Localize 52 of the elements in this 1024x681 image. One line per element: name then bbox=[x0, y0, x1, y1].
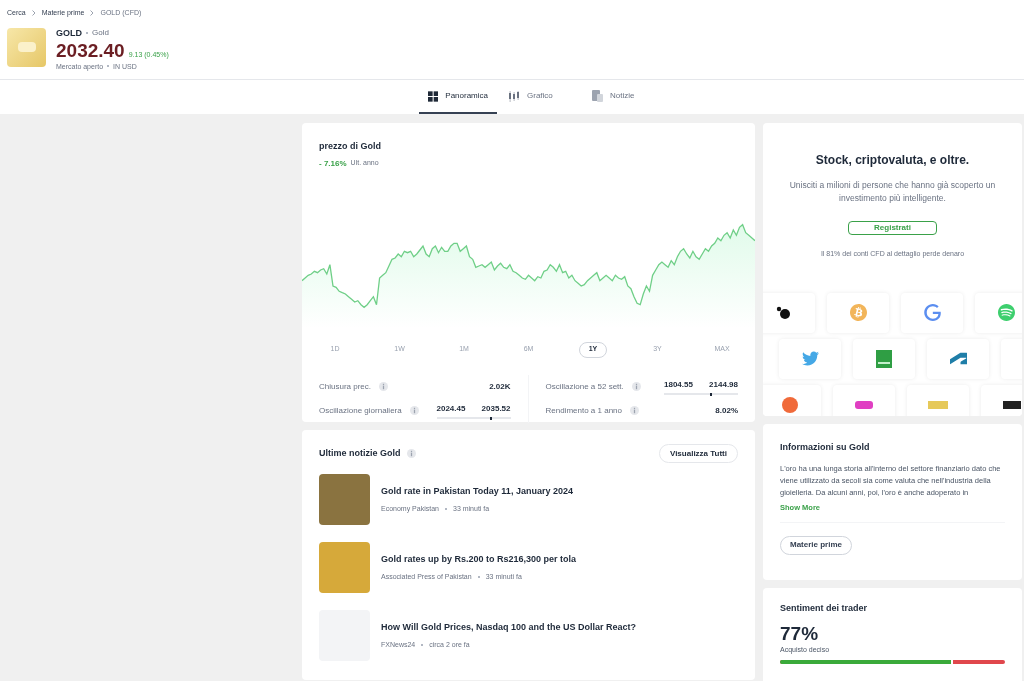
stat-label: Oscillazione giornaliera bbox=[319, 404, 402, 417]
news-headline[interactable]: How Will Gold Prices, Nasdaq 100 and the US Dollar React? bbox=[381, 620, 636, 634]
circle-icon bbox=[782, 396, 798, 413]
card-icon bbox=[876, 349, 892, 368]
stat-label: Chiusura prec. bbox=[319, 380, 372, 393]
info-icon bbox=[630, 406, 639, 415]
tab[interactable]: Grafico bbox=[499, 80, 581, 114]
coin-icon bbox=[849, 304, 867, 321]
range-high: 2144.98 bbox=[709, 378, 738, 391]
instrument-name: Gold bbox=[92, 29, 109, 37]
news-headline[interactable]: Gold rates up by Rs.200 to Rs216,300 per tola bbox=[381, 552, 577, 566]
register-button[interactable]: Registrati bbox=[848, 221, 937, 235]
card-title: Informazioni su Gold bbox=[780, 441, 871, 454]
bar-icon bbox=[928, 400, 948, 409]
photo-placeholder bbox=[319, 474, 370, 525]
document-icon bbox=[592, 90, 603, 102]
tab[interactable]: Notizie bbox=[583, 80, 665, 114]
info-icon bbox=[409, 406, 419, 415]
range-high: 2035.52 bbox=[481, 402, 511, 415]
bird-icon bbox=[801, 350, 819, 367]
range-low: 1804.55 bbox=[664, 378, 693, 391]
stat-value: 8.02% bbox=[715, 404, 738, 417]
card-title: Ultime notizie Gold bbox=[319, 446, 401, 460]
instrument-price: 2032.40 bbox=[56, 40, 125, 60]
chevron-right-icon bbox=[31, 10, 36, 17]
stat-value: 2.02K bbox=[489, 380, 511, 393]
candlestick-icon bbox=[508, 90, 520, 102]
grid-icon bbox=[428, 90, 439, 102]
blob-icon bbox=[855, 400, 873, 409]
sound-waves-icon bbox=[997, 304, 1015, 321]
news-headline[interactable]: Gold rate in Pakistan Today 11, January 2024 bbox=[381, 484, 573, 498]
photo-placeholder bbox=[319, 542, 370, 593]
stat-label: Rendimento a 1 anno bbox=[545, 404, 622, 417]
sentiment-percent: 77% bbox=[780, 623, 820, 643]
card-title: Sentiment dei trader bbox=[780, 602, 869, 615]
card-title: prezzo di Gold bbox=[319, 140, 382, 153]
yearly-change: - 7.16% bbox=[319, 157, 347, 170]
teardrop-icon bbox=[776, 305, 792, 320]
info-icon bbox=[379, 382, 389, 391]
instrument-thumbnail bbox=[7, 27, 46, 67]
info-icon bbox=[406, 449, 416, 458]
info-icon bbox=[631, 382, 641, 391]
promo-text: Unisciti a milioni di persone che hanno già scoperto un investimento più intelligente. bbox=[788, 179, 997, 205]
promo-title: Stock, criptovaluta, e oltre. bbox=[815, 152, 970, 169]
stroke-icon bbox=[1003, 400, 1021, 409]
range-low: 2024.45 bbox=[436, 402, 466, 415]
tab[interactable]: Panoramica bbox=[419, 80, 497, 114]
chevron-right-icon bbox=[90, 10, 95, 17]
instrument-symbol: GOLD bbox=[56, 28, 82, 38]
stat-label: Oscillazione a 52 sett. bbox=[545, 380, 624, 393]
arch-icon bbox=[949, 350, 967, 367]
letter-g-icon bbox=[923, 304, 941, 321]
